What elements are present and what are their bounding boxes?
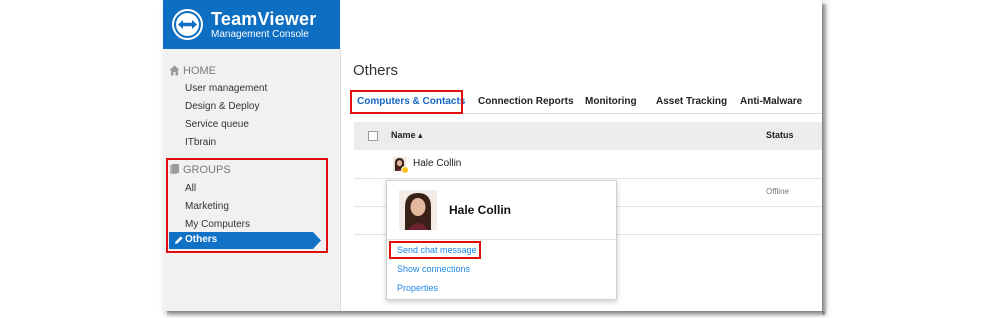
tab-monitoring[interactable]: Monitoring — [585, 92, 637, 112]
header-bar — [340, 0, 822, 49]
teamviewer-logo-icon — [172, 9, 203, 40]
divider — [387, 239, 616, 240]
brand-header: TeamViewer Management Console — [163, 0, 340, 49]
sidebar-item-design-deploy[interactable]: Design & Deploy — [185, 100, 259, 113]
contact-popup: Hale Collin Send chat message Show conne… — [386, 180, 617, 300]
table-row[interactable]: Hale Collin — [354, 150, 822, 179]
sidebar-item-user-management[interactable]: User management — [185, 82, 267, 95]
select-all-checkbox[interactable] — [368, 131, 378, 141]
window-shadow — [167, 311, 825, 317]
sidebar-item-itbrain[interactable]: ITbrain — [185, 136, 216, 149]
page-title: Others — [353, 62, 399, 79]
show-connections-link[interactable]: Show connections — [397, 264, 470, 274]
window-shadow — [822, 4, 828, 315]
brand-name: TeamViewer — [211, 9, 317, 29]
main-panel: Others Computers & Contacts Connection R… — [341, 49, 822, 311]
contact-photo — [399, 190, 437, 230]
sidebar-item-service-queue[interactable]: Service queue — [185, 118, 249, 131]
tab-connection-reports[interactable]: Connection Reports — [478, 92, 574, 112]
highlight-box-tab — [350, 90, 463, 114]
away-status-icon — [401, 166, 409, 174]
properties-link[interactable]: Properties — [397, 283, 438, 293]
highlight-box-send-chat — [389, 241, 481, 259]
highlight-box-groups — [166, 158, 328, 253]
table-header: Name ▴ Status — [354, 122, 822, 150]
tab-anti-malware[interactable]: Anti-Malware — [740, 92, 802, 112]
column-status-header[interactable]: Status — [766, 130, 794, 140]
column-name-header[interactable]: Name ▴ — [391, 130, 423, 141]
popup-contact-name: Hale Collin — [449, 203, 512, 217]
home-section-title[interactable]: HOME — [183, 64, 216, 78]
tab-asset-tracking[interactable]: Asset Tracking — [656, 92, 727, 112]
home-icon — [169, 65, 180, 76]
status-cell: Offline — [766, 187, 789, 196]
app-window: TeamViewer Management Console HOME User … — [163, 0, 822, 311]
contact-name[interactable]: Hale Collin — [413, 158, 461, 169]
brand-subtitle: Management Console — [211, 29, 309, 40]
